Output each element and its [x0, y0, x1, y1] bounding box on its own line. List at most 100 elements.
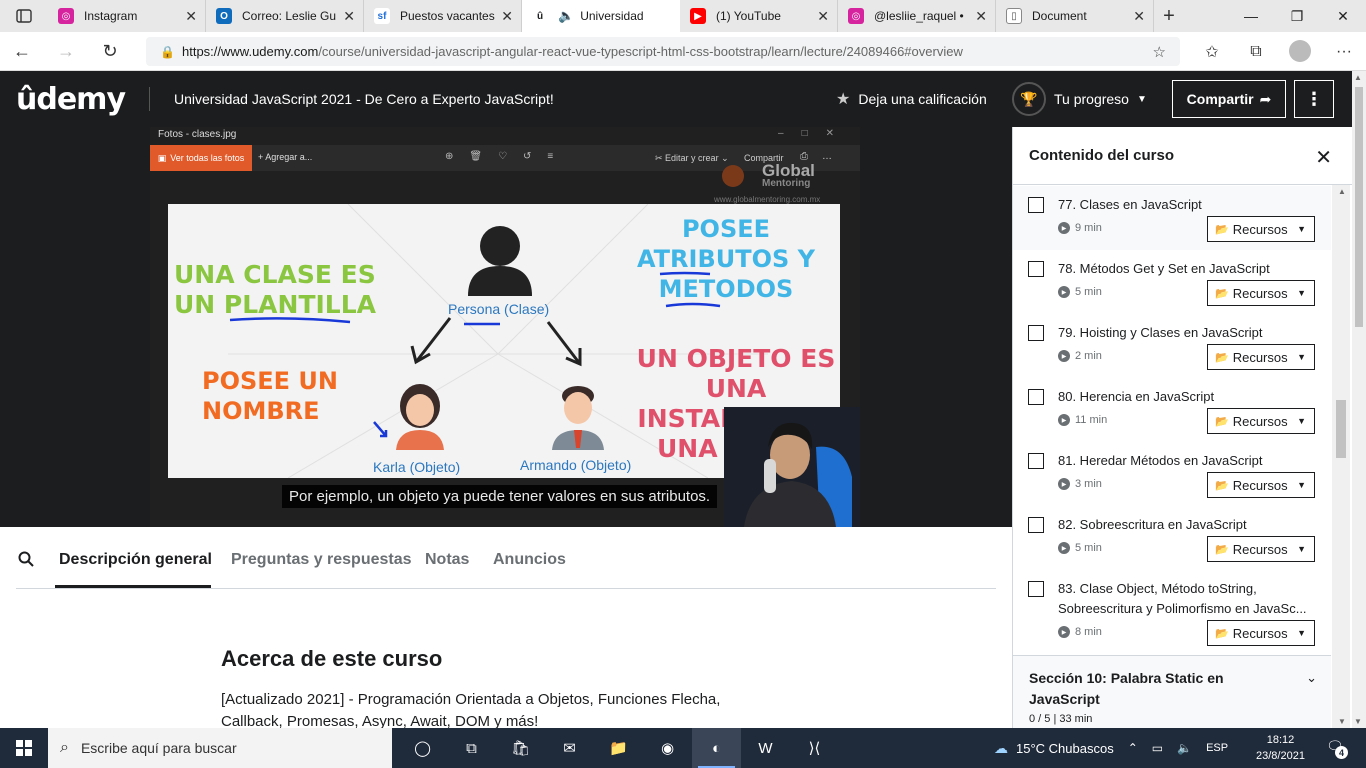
lecture-title: 78. Métodos Get y Set en JavaScript	[1058, 261, 1270, 276]
resources-button[interactable]: 📂 Recursos ▼	[1207, 216, 1315, 242]
resources-button[interactable]: 📂 Recursos ▼	[1207, 344, 1315, 370]
udemy-logo[interactable]: ûdemy	[16, 82, 126, 117]
lecture-checkbox[interactable]	[1028, 389, 1044, 405]
lock-icon[interactable]: 🔒	[160, 45, 182, 59]
notifications-icon[interactable]: 🗨 4	[1326, 738, 1348, 759]
resources-label: Recursos	[1232, 221, 1288, 237]
more-options-button[interactable]: ⋮	[1294, 80, 1334, 118]
lecture-checkbox[interactable]	[1028, 581, 1044, 597]
favorites-icon[interactable]: ✩	[1190, 32, 1234, 71]
scroll-down-icon[interactable]: ▼	[1338, 717, 1346, 726]
scroll-down-icon[interactable]: ▼	[1354, 717, 1362, 726]
close-tab-icon[interactable]: ✕	[343, 8, 355, 25]
duration-text: 2 min	[1075, 350, 1102, 362]
lecture-item[interactable]: 82. Sobreescritura en JavaScript ▶ 5 min …	[1013, 506, 1331, 570]
resources-button[interactable]: 📂 Recursos ▼	[1207, 536, 1315, 562]
lecture-checkbox[interactable]	[1028, 197, 1044, 213]
close-tab-icon[interactable]: ✕	[185, 8, 197, 25]
address-bar[interactable]: 🔒 https://www.udemy.com/course/universid…	[146, 37, 1180, 66]
tab-qa[interactable]: Preguntas y respuestas	[231, 551, 412, 569]
progress-button[interactable]: 🏆 Tu progreso ▼	[1012, 71, 1147, 127]
sidebar-scrollbar[interactable]: ▲ ▼	[1332, 185, 1350, 728]
lecture-item[interactable]: 78. Métodos Get y Set en JavaScript ▶ 5 m…	[1013, 250, 1331, 314]
close-tab-icon[interactable]: ✕	[817, 8, 829, 25]
volume-icon[interactable]: 🔈	[1177, 741, 1192, 755]
chrome-icon[interactable]: ◉	[643, 728, 692, 768]
browser-tab[interactable]: ▶ (1) YouTube ✕	[680, 0, 838, 32]
share-label: Compartir	[1186, 91, 1254, 107]
lecture-checkbox[interactable]	[1028, 261, 1044, 277]
settings-more-icon[interactable]: ···	[1322, 32, 1366, 71]
new-tab-icon[interactable]: +	[1154, 0, 1184, 32]
scroll-up-icon[interactable]: ▲	[1354, 73, 1362, 82]
profile-avatar[interactable]	[1289, 40, 1311, 62]
cortana-icon[interactable]: ◯	[398, 728, 447, 768]
close-tab-icon[interactable]: ✕	[975, 8, 987, 25]
page-scrollbar[interactable]: ▲ ▼	[1352, 71, 1366, 728]
lecture-item[interactable]: 81. Heredar Métodos en JavaScript ▶ 3 min…	[1013, 442, 1331, 506]
video-player[interactable]: Fotos - clases.jpg –□✕ ▣ Ver todas las f…	[0, 127, 1012, 527]
mail-icon[interactable]: ✉	[545, 728, 594, 768]
lecture-item[interactable]: 79. Hoisting y Clases en JavaScript ▶ 2 m…	[1013, 314, 1331, 378]
instructor-webcam	[724, 407, 860, 527]
resources-button[interactable]: 📂 Recursos ▼	[1207, 620, 1315, 646]
back-icon[interactable]: ←	[0, 32, 44, 71]
play-icon: ▶	[1058, 414, 1070, 426]
lecture-item[interactable]: 77. Clases en JavaScript ▶ 9 min 📂 Recurso…	[1013, 186, 1331, 250]
course-title[interactable]: Universidad JavaScript 2021 - De Cero a …	[174, 91, 554, 107]
speaker-icon[interactable]: 🔈	[558, 8, 574, 24]
chevron-down-icon: ▼	[1297, 628, 1306, 638]
weather-text[interactable]: 15°C Chubascos	[1016, 741, 1114, 756]
language-indicator[interactable]: ESP	[1206, 742, 1228, 754]
browser-tab[interactable]: ◎ Instagram ✕	[48, 0, 206, 32]
minimize-icon[interactable]: —	[1228, 0, 1274, 32]
tab-notes[interactable]: Notas	[425, 551, 469, 569]
browser-tab[interactable]: ▯ Document ✕	[996, 0, 1154, 32]
section-header[interactable]: Sección 10: Palabra Static en JavaScript…	[1013, 655, 1331, 728]
resources-button[interactable]: 📂 Recursos ▼	[1207, 408, 1315, 434]
resources-button[interactable]: 📂 Recursos ▼	[1207, 280, 1315, 306]
lecture-checkbox[interactable]	[1028, 453, 1044, 469]
rate-course-button[interactable]: ★ Deja una calificación	[836, 71, 987, 127]
collections-icon[interactable]: ⧉	[1234, 32, 1278, 71]
lecture-item[interactable]: 83. Clase Object, Método toString, Sobre…	[1013, 570, 1331, 654]
browser-tab[interactable]: sf Puestos vacantes ✕	[364, 0, 522, 32]
edge-icon[interactable]: ◐	[692, 728, 741, 768]
share-button[interactable]: Compartir ➦	[1172, 80, 1286, 118]
chevron-up-icon[interactable]: ⌃	[1128, 741, 1138, 755]
scroll-up-icon[interactable]: ▲	[1338, 187, 1346, 196]
weather-icon[interactable]: ☁	[994, 740, 1008, 757]
browser-tab[interactable]: ◎ @lesliie_raquel • ✕	[838, 0, 996, 32]
tab-overview[interactable]: Descripción general	[59, 551, 212, 569]
file-explorer-icon[interactable]: 📁	[594, 728, 643, 768]
tab-title: Puestos vacantes	[400, 9, 495, 23]
taskbar-search[interactable]: ⌕ Escribe aquí para buscar	[48, 728, 392, 768]
lecture-item[interactable]: 80. Herencia en JavaScript ▶ 11 min 📂 Recu…	[1013, 378, 1331, 442]
close-icon[interactable]: ✕	[1315, 145, 1332, 170]
word-icon[interactable]: W	[741, 728, 790, 768]
restore-icon[interactable]: ❐	[1274, 0, 1320, 32]
forward-icon[interactable]: →	[44, 32, 88, 71]
tab-actions-icon[interactable]	[0, 0, 48, 32]
close-tab-icon[interactable]: ✕	[501, 8, 513, 25]
scroll-thumb[interactable]	[1355, 87, 1363, 327]
close-tab-icon[interactable]: ✕	[1133, 8, 1145, 25]
resources-label: Recursos	[1232, 349, 1288, 365]
lecture-checkbox[interactable]	[1028, 517, 1044, 533]
close-window-icon[interactable]: ✕	[1320, 0, 1366, 32]
add-favorite-icon[interactable]: ☆	[1153, 43, 1166, 61]
vscode-icon[interactable]: ⟩⟨	[790, 728, 839, 768]
task-view-icon[interactable]: ⧉	[447, 728, 496, 768]
search-icon[interactable]	[18, 551, 34, 572]
resources-button[interactable]: 📂 Recursos ▼	[1207, 472, 1315, 498]
store-icon[interactable]: 🛍	[496, 728, 545, 768]
refresh-icon[interactable]: ↻	[88, 32, 132, 71]
browser-tab-active[interactable]: û 🔈 Universidad	[522, 0, 680, 32]
scroll-thumb[interactable]	[1336, 400, 1346, 458]
lecture-checkbox[interactable]	[1028, 325, 1044, 341]
clock[interactable]: 18:12 23/8/2021	[1256, 732, 1305, 764]
start-button[interactable]	[0, 728, 48, 768]
network-icon[interactable]: ▭	[1152, 741, 1163, 755]
browser-tab[interactable]: O Correo: Leslie Gu ✕	[206, 0, 364, 32]
tab-announcements[interactable]: Anuncios	[493, 551, 566, 569]
